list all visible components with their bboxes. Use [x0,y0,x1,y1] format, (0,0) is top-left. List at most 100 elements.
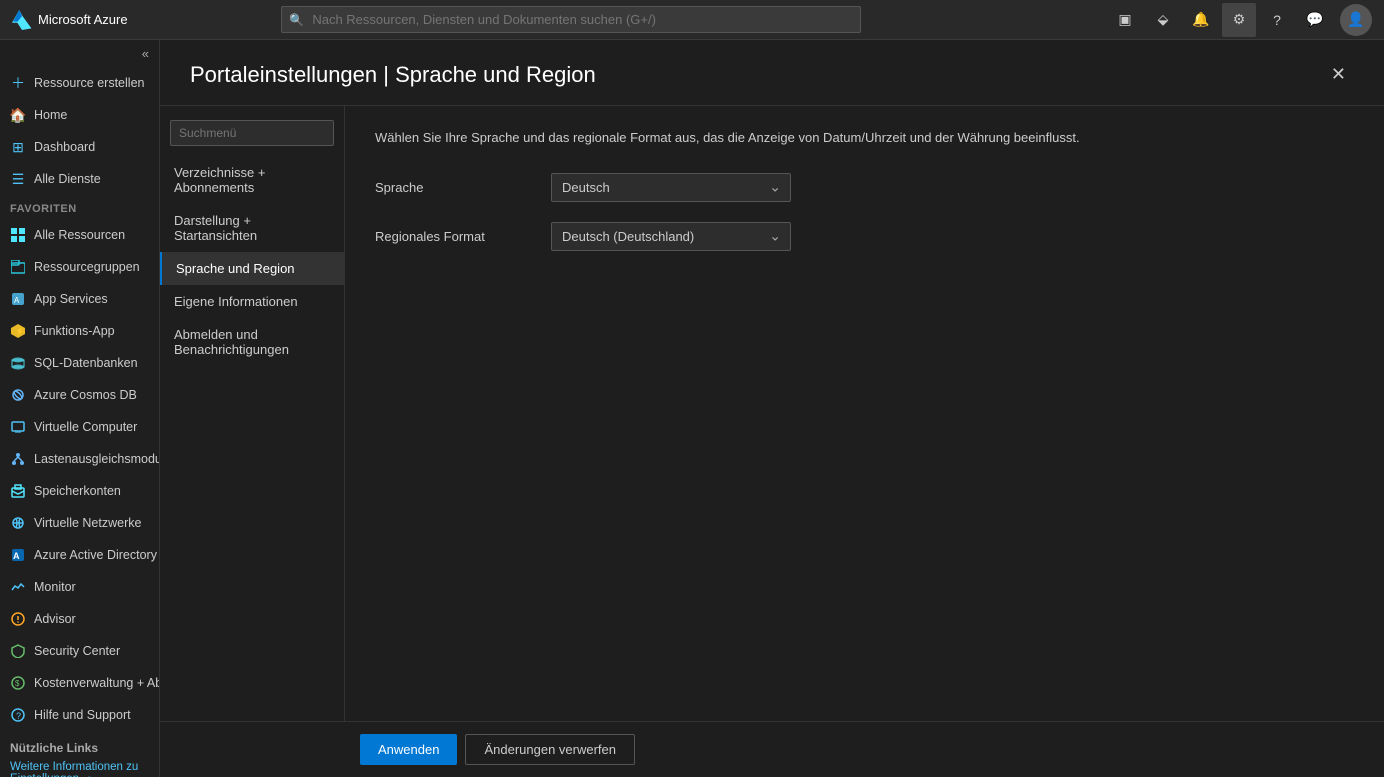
notifications-button[interactable]: 🔔 [1184,3,1218,37]
sidebar-item-virtual-networks[interactable]: Virtuelle Netzwerke [0,507,159,539]
regional-format-field: Regionales Format Deutsch (Deutschland) … [375,222,1354,251]
plus-icon: ＋ [10,75,26,91]
regional-format-label: Regionales Format [375,229,535,244]
settings-search-input[interactable] [170,120,334,146]
settings-overlay: Portaleinstellungen | Sprache und Region… [160,40,1384,777]
sidebar-item-all-resources-label: Alle Ressourcen [34,228,125,242]
main-area: « ＋ Ressource erstellen 🏠 Home ⊞ Dashboa… [0,40,1384,777]
sidebar-item-home[interactable]: 🏠 Home [0,99,159,131]
language-control: Deutsch English Français Español [551,173,791,202]
settings-title: Portaleinstellungen | Sprache und Region [190,62,596,88]
search-input[interactable] [281,6,861,33]
regional-format-select[interactable]: Deutsch (Deutschland) Deutsch (Österreic… [551,222,791,251]
settings-close-button[interactable]: ✕ [1323,60,1354,89]
sidebar-item-all-resources[interactable]: Alle Ressourcen [0,219,159,251]
sidebar-item-function-app[interactable]: ⚡ Funktions-App [0,315,159,347]
sidebar-item-help-support[interactable]: ? Hilfe und Support [0,699,159,731]
sidebar-item-security-center[interactable]: Security Center [0,635,159,667]
apply-button[interactable]: Anwenden [360,734,457,765]
useful-links-title: Nützliche Links [10,741,149,755]
sidebar-item-azure-ad[interactable]: A Azure Active Directory [0,539,159,571]
monitor-icon [10,579,26,595]
sidebar: « ＋ Ressource erstellen 🏠 Home ⊞ Dashboa… [0,40,160,777]
settings-title-section: Sprache und Region [395,62,596,87]
sidebar-item-help-support-label: Hilfe und Support [34,708,131,722]
settings-description: Wählen Sie Ihre Sprache und das regional… [375,130,1354,145]
sidebar-item-app-services-label: App Services [34,292,108,306]
topbar: Microsoft Azure 🔍 ▣ ⬙ 🔔 ⚙ ? 💬 👤 [0,0,1384,40]
sidebar-item-storage-accounts[interactable]: Speicherkonten [0,475,159,507]
collapse-icon: « [142,46,149,61]
regional-format-control: Deutsch (Deutschland) Deutsch (Österreic… [551,222,791,251]
regional-format-select-wrapper: Deutsch (Deutschland) Deutsch (Österreic… [551,222,791,251]
sidebar-item-cost-management-label: Kostenverwaltung + Abrechnung [34,676,160,690]
favorites-label: FAVORITEN [0,195,159,219]
sql-databases-icon [10,355,26,371]
sidebar-item-sql-databases[interactable]: SQL-Datenbanken [0,347,159,379]
azure-logo-icon [12,10,32,30]
sidebar-item-dashboard[interactable]: ⊞ Dashboard [0,131,159,163]
avatar-icon: 👤 [1347,11,1364,28]
content-panel: Portaleinstellungen | Sprache und Region… [160,40,1384,777]
help-support-icon: ? [10,707,26,723]
discard-button[interactable]: Änderungen verwerfen [465,734,635,765]
topbar-brand: Microsoft Azure [12,10,152,30]
language-select[interactable]: Deutsch English Français Español [551,173,791,202]
svg-text:$: $ [15,679,20,688]
gear-icon: ⚙ [1233,11,1246,28]
svg-text:A: A [14,296,20,305]
function-app-icon: ⚡ [10,323,26,339]
sidebar-item-all-services[interactable]: ☰ Alle Dienste [0,163,159,195]
cost-management-icon: $ [10,675,26,691]
sidebar-item-resource-groups-label: Ressourcegruppen [34,260,140,274]
sidebar-item-advisor[interactable]: Advisor [0,603,159,635]
resource-groups-icon [10,259,26,275]
feedback-button[interactable]: 💬 [1298,3,1332,37]
sidebar-item-monitor[interactable]: Monitor [0,571,159,603]
sidebar-item-app-services[interactable]: A App Services [0,283,159,315]
cloud-shell-button[interactable]: ▣ [1108,3,1142,37]
topbar-icons: ▣ ⬙ 🔔 ⚙ ? 💬 👤 [1108,3,1372,37]
sidebar-item-load-balancer-label: Lastenausgleichsmodule [34,452,160,466]
settings-body: Verzeichnisse + Abonnements Darstellung … [160,106,1384,721]
settings-header: Portaleinstellungen | Sprache und Region… [160,40,1384,106]
sidebar-collapse-button[interactable]: « [0,40,159,67]
settings-search [170,120,334,146]
settings-nav-signout[interactable]: Abmelden und Benachrichtigungen [160,318,344,366]
settings-nav-personal[interactable]: Eigene Informationen [160,285,344,318]
sidebar-item-advisor-label: Advisor [34,612,76,626]
sidebar-item-virtual-networks-label: Virtuelle Netzwerke [34,516,141,530]
settings-nav-appearance[interactable]: Darstellung + Startansichten [160,204,344,252]
security-center-icon [10,643,26,659]
sidebar-item-resource-groups[interactable]: Ressourcegruppen [0,251,159,283]
directory-button[interactable]: ⬙ [1146,3,1180,37]
useful-links: Nützliche Links Weitere Informationen zu… [0,731,159,777]
help-button[interactable]: ? [1260,3,1294,37]
sidebar-item-cost-management[interactable]: $ Kostenverwaltung + Abrechnung [0,667,159,699]
user-avatar[interactable]: 👤 [1340,4,1372,36]
all-services-icon: ☰ [10,171,26,187]
sidebar-item-create[interactable]: ＋ Ressource erstellen [0,67,159,99]
svg-text:⚡: ⚡ [15,326,25,336]
language-label: Sprache [375,180,535,195]
load-balancer-icon [10,451,26,467]
settings-content: Wählen Sie Ihre Sprache und das regional… [345,106,1384,721]
sidebar-item-virtual-machines[interactable]: Virtuelle Computer [0,411,159,443]
advisor-icon [10,611,26,627]
directory-icon: ⬙ [1158,11,1169,28]
language-field: Sprache Deutsch English Français Español [375,173,1354,202]
settings-nav-language[interactable]: Sprache und Region [160,252,344,285]
svg-text:?: ? [16,711,21,721]
sidebar-item-create-label: Ressource erstellen [34,76,144,90]
sidebar-item-load-balancer[interactable]: Lastenausgleichsmodule [0,443,159,475]
sidebar-item-cosmos-db[interactable]: Azure Cosmos DB [0,379,159,411]
settings-nav: Verzeichnisse + Abonnements Darstellung … [160,106,345,721]
useful-link-0[interactable]: Weitere Informationen zu Einstellungen ↗ [10,761,149,777]
virtual-networks-icon [10,515,26,531]
home-icon: 🏠 [10,107,26,123]
settings-button[interactable]: ⚙ [1222,3,1256,37]
search-icon: 🔍 [289,13,304,27]
settings-nav-directories[interactable]: Verzeichnisse + Abonnements [160,156,344,204]
sidebar-item-all-services-label: Alle Dienste [34,172,101,186]
sidebar-item-azure-ad-label: Azure Active Directory [34,548,157,562]
